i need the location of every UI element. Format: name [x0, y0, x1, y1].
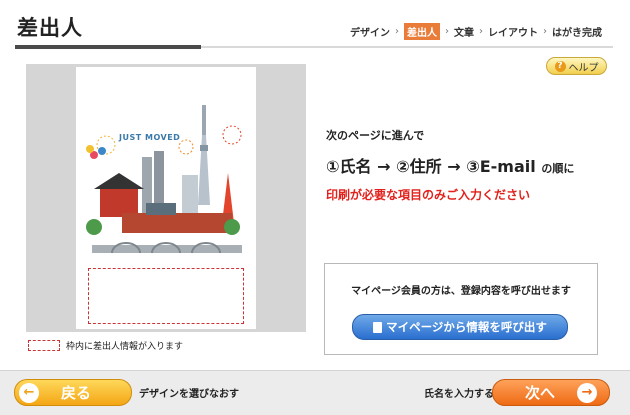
dashed-frame-icon	[28, 340, 60, 351]
step-breadcrumb: デザイン › 差出人 › 文章 › レイアウト › はがき完成	[350, 23, 602, 40]
load-mypage-info-label: マイページから情報を呼び出す	[386, 320, 547, 334]
next-note: 氏名を入力する	[424, 389, 494, 400]
postcard: JUST MOVED	[76, 67, 256, 329]
load-mypage-info-button[interactable]: マイページから情報を呼び出す	[352, 314, 568, 340]
chevron-right-icon: ›	[445, 26, 449, 37]
step-sender: 差出人	[404, 23, 440, 40]
step-design: デザイン	[350, 28, 390, 39]
back-button[interactable]: ← 戻る	[14, 379, 132, 406]
legend-label: 枠内に差出人情報が入ります	[66, 342, 184, 352]
illustration-caption: JUST MOVED	[119, 133, 181, 142]
chevron-right-icon: ›	[395, 26, 399, 37]
arrow-left-icon: ←	[19, 382, 39, 403]
instruction-line-1: 次のページに進んで	[326, 129, 425, 142]
mypage-panel: マイページ会員の方は、登録内容を呼び出せます マイページから情報を呼び出す	[324, 263, 598, 355]
next-button[interactable]: 次へ →	[492, 379, 610, 406]
step-text: 文章	[454, 28, 474, 39]
step-layout: レイアウト	[488, 28, 538, 39]
header: 差出人 デザイン › 差出人 › 文章 › レイアウト › はがき完成	[0, 0, 630, 49]
next-button-label: 次へ	[525, 384, 556, 402]
arrow-right-icon: →	[577, 382, 598, 403]
sender-area-legend: 枠内に差出人情報が入ります	[28, 339, 183, 352]
header-divider	[201, 46, 613, 48]
instruction-warning: 印刷が必要な項目のみご入力ください	[326, 188, 531, 202]
step-complete: はがき完成	[552, 28, 602, 39]
chevron-right-icon: ›	[543, 26, 547, 37]
sender-info-area	[88, 268, 244, 324]
postcard-preview-area: JUST MOVED	[26, 64, 306, 332]
page-title: 差出人	[17, 16, 83, 40]
instruction-line-2: ①氏名 → ②住所 → ③E-mail の順に	[326, 153, 574, 177]
footer-bar: ← 戻る デザインを選びなおす 氏名を入力する 次へ →	[0, 370, 630, 415]
back-button-label: 戻る	[61, 384, 92, 402]
help-label: ヘルプ	[568, 62, 599, 74]
help-button[interactable]: ? ヘルプ	[546, 57, 607, 75]
input-order-suffix: の順に	[541, 162, 575, 175]
document-icon	[373, 321, 383, 333]
chevron-right-icon: ›	[479, 26, 483, 37]
tokyo-cityscape-illustration	[86, 105, 242, 254]
title-underline	[15, 45, 201, 49]
back-note: デザインを選びなおす	[139, 389, 239, 400]
input-order: ①氏名 → ②住所 → ③E-mail	[326, 157, 536, 176]
mypage-description: マイページ会員の方は、登録内容を呼び出せます	[351, 286, 571, 297]
question-icon: ?	[554, 60, 566, 72]
